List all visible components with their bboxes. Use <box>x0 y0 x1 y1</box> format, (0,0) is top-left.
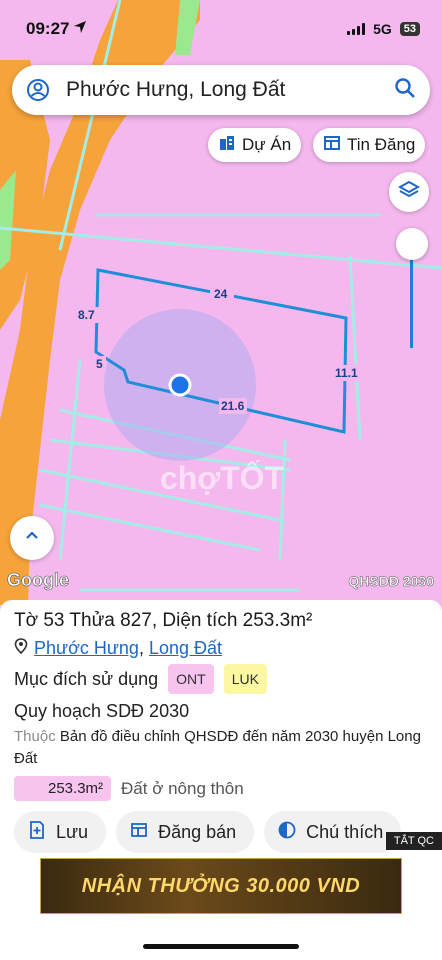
search-bar[interactable]: Phước Hưng, Long Đất <box>12 65 430 115</box>
signal-icon <box>347 23 366 35</box>
parcel-location: Phước Hưng, Long Đất <box>14 635 428 661</box>
status-time-group: 09:27 <box>26 19 87 39</box>
location-arrow-icon <box>73 19 87 39</box>
status-time: 09:27 <box>26 19 70 38</box>
ad-banner[interactable]: NHẬN THƯỞNG 30.000 VND <box>40 858 402 914</box>
layers-icon <box>397 179 421 206</box>
area-value: 253.3m² <box>14 776 112 801</box>
parcel-title: Tờ 53 Thửa 827, Diện tích 253.3m² <box>14 610 313 631</box>
layers-button[interactable] <box>389 172 429 212</box>
parcel-info-panel: Tờ 53 Thửa 827, Diện tích 253.3m² Phước … <box>0 600 442 853</box>
badge-luk: LUK <box>223 664 267 694</box>
status-bar: 09:27 5G 53 <box>0 0 442 58</box>
save-button[interactable]: Lưu <box>14 811 107 853</box>
account-icon[interactable] <box>26 78 50 102</box>
save-button-label: Lưu <box>56 821 89 842</box>
opacity-slider-handle[interactable] <box>396 228 428 260</box>
ad-text: NHẬN THƯỞNG 30.000 VND <box>81 874 361 897</box>
edge-label-left: 8.7 <box>78 308 95 322</box>
hide-ad-button[interactable]: TẮT QC <box>385 832 442 850</box>
home-indicator[interactable] <box>143 944 299 949</box>
building-icon <box>218 134 236 157</box>
pin-icon <box>14 635 28 661</box>
chip-projects-label: Dự Án <box>242 135 292 154</box>
network-label: 5G <box>373 21 392 37</box>
search-input[interactable]: Phước Hưng, Long Đất <box>66 78 394 102</box>
status-right: 5G 53 <box>347 21 420 37</box>
land-purpose-row: Mục đích sử dụng ONT LUK <box>14 664 428 694</box>
land-purpose-label: Mục đích sử dụng <box>14 669 159 689</box>
location-separator: , <box>138 638 144 658</box>
legend-button[interactable]: Chú thích <box>264 811 402 853</box>
chotot-watermark: chợTỐT <box>160 460 285 496</box>
district-link[interactable]: Long Đất <box>149 638 222 658</box>
listing-icon <box>130 821 148 844</box>
opacity-slider-track[interactable] <box>410 258 413 348</box>
add-bookmark-icon <box>28 820 46 844</box>
area-row: 253.3m² Đất ở nông thôn <box>14 776 428 801</box>
edge-label-right: 11.1 <box>335 366 358 380</box>
chevron-up-icon <box>23 527 41 550</box>
chip-listings[interactable]: Tin Đăng <box>313 128 426 162</box>
google-logo: Google <box>7 570 70 591</box>
search-icon[interactable] <box>394 77 416 104</box>
listing-icon <box>323 134 341 157</box>
plan-desc-text: Bản đồ điều chỉnh QHSDĐ đến năm 2030 huy… <box>14 728 421 767</box>
plan-prefix: Thuộc <box>14 728 56 745</box>
battery-icon: 53 <box>399 22 420 36</box>
action-buttons: Lưu Đăng bán Chú thích <box>14 811 428 853</box>
plan-description: Thuộc Bản đồ điều chỉnh QHSDĐ đến năm 20… <box>14 726 428 770</box>
chip-projects[interactable]: Dự Án <box>208 128 302 162</box>
location-dot <box>168 373 192 397</box>
contrast-icon <box>278 821 296 844</box>
edge-label-small: 5 <box>96 357 103 371</box>
badge-ont: ONT <box>168 664 214 694</box>
post-sale-button[interactable]: Đăng bán <box>116 811 255 853</box>
legend-button-label: Chú thích <box>306 821 384 842</box>
plan-title: Quy hoạch SDĐ 2030 <box>14 701 190 721</box>
ward-link[interactable]: Phước Hưng <box>34 638 139 658</box>
edge-label-bottom: 21.6 <box>221 399 245 413</box>
map-layer-code: QHSDĐ 2030 <box>348 573 434 590</box>
post-sale-button-label: Đăng bán <box>158 821 237 842</box>
area-label: Đất ở nông thôn <box>121 778 244 798</box>
chip-listings-label: Tin Đăng <box>347 135 416 154</box>
expand-panel-button[interactable] <box>10 516 54 560</box>
edge-label-top: 24 <box>214 287 228 301</box>
